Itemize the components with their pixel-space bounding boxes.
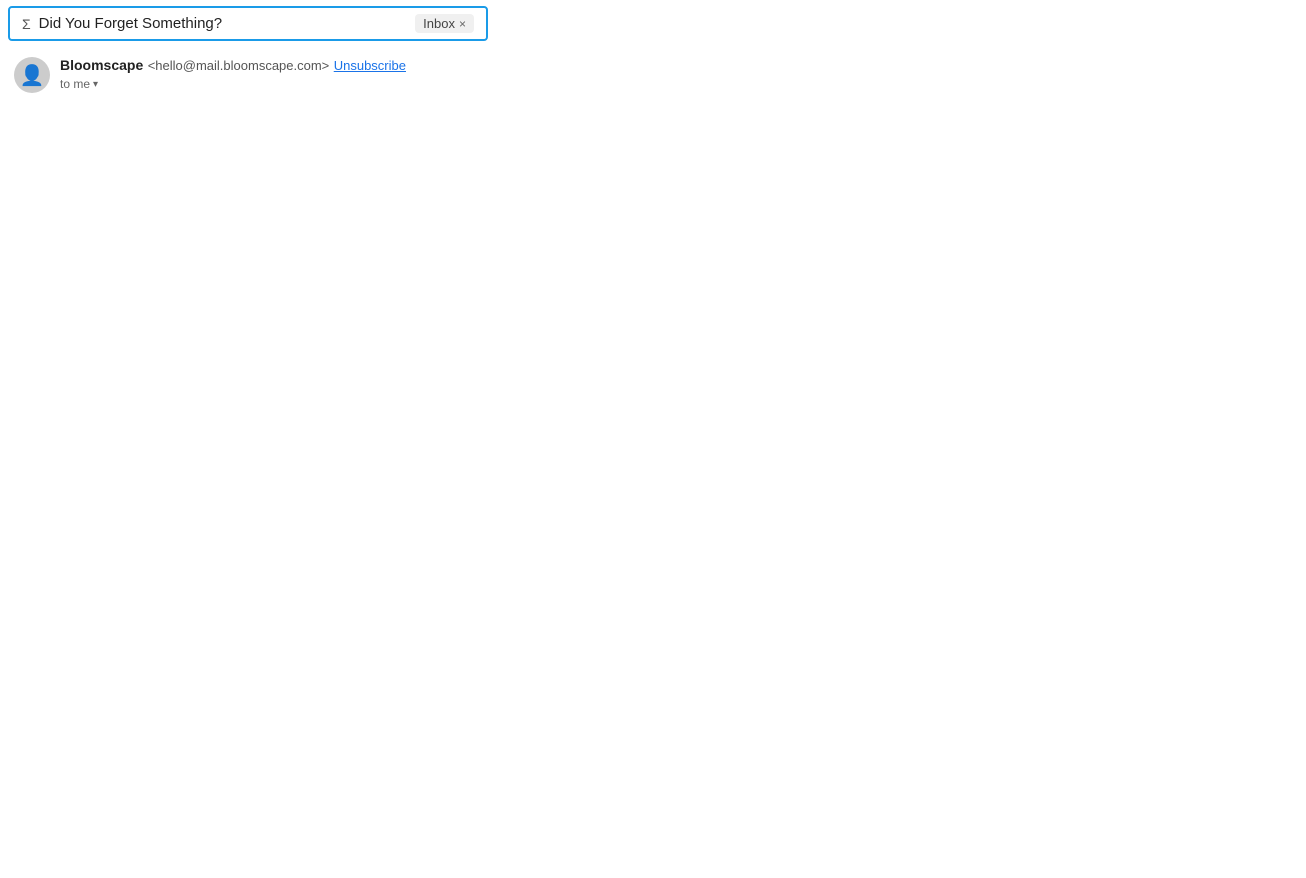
inbox-badge: Inbox × — [415, 14, 474, 33]
sender-email: <hello@mail.bloomscape.com> — [148, 58, 330, 73]
unsubscribe-link[interactable]: Unsubscribe — [334, 58, 406, 73]
inbox-label: Inbox — [423, 16, 455, 31]
email-subject-bar: Σ Did You Forget Something? Inbox × — [8, 6, 488, 41]
inbox-close-button[interactable]: × — [459, 17, 466, 31]
sender-row: 👤 Bloomscape <hello@mail.bloomscape.com>… — [0, 47, 1306, 103]
sender-name-line: Bloomscape <hello@mail.bloomscape.com> U… — [60, 57, 406, 75]
to-me-label: to me — [60, 77, 90, 91]
email-subject-text: Did You Forget Something? — [39, 15, 416, 32]
to-me-row: to me ▾ — [60, 77, 406, 91]
avatar: 👤 — [14, 57, 50, 93]
chevron-down-icon[interactable]: ▾ — [93, 79, 98, 90]
subject-icon: Σ — [22, 16, 31, 32]
sender-name: Bloomscape — [60, 57, 143, 73]
sender-info: Bloomscape <hello@mail.bloomscape.com> U… — [60, 57, 406, 91]
avatar-icon: 👤 — [20, 63, 45, 88]
